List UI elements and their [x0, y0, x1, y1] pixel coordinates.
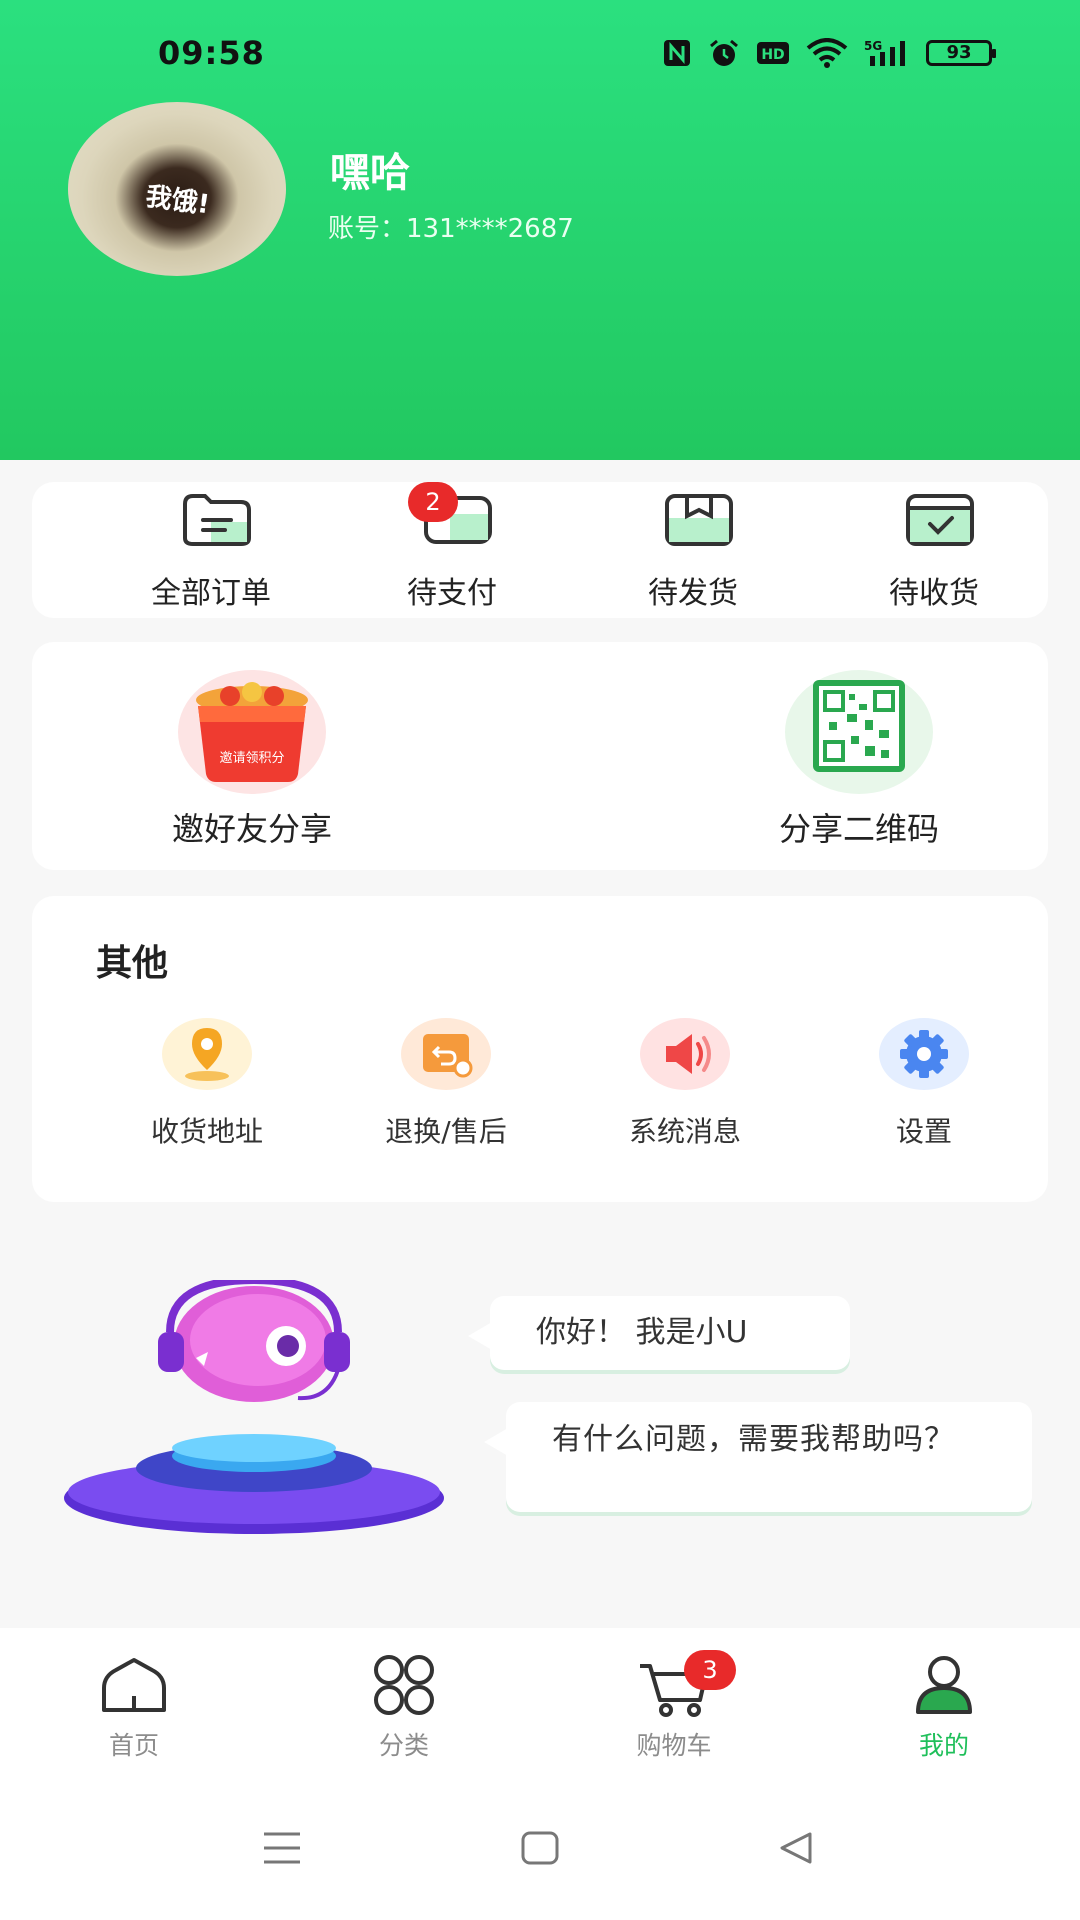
speaker-icon — [640, 1018, 730, 1090]
pending-payment-badge: 2 — [408, 482, 458, 522]
nav-profile[interactable]: 我的 — [844, 1650, 1044, 1762]
5g-signal-icon: 5G — [864, 39, 905, 66]
invite-gift-icon: 邀请领积分 — [178, 670, 326, 794]
share-card: 邀请领积分 邀好友分享 分享二维码 — [32, 642, 1048, 870]
nav-cart-label: 购物车 — [636, 1731, 712, 1760]
nav-category-label: 分类 — [378, 1731, 429, 1760]
nav-cart[interactable]: 购物车 — [574, 1650, 774, 1762]
shipping-address-label: 收货地址 — [150, 1115, 263, 1148]
status-bar: 09:58 HD 5G 93 — [0, 0, 1080, 110]
returns-label: 退换/售后 — [385, 1115, 507, 1148]
recent-apps-icon[interactable] — [262, 1830, 302, 1866]
all-orders-icon — [183, 494, 251, 546]
all-orders-label: 全部订单 — [151, 576, 271, 611]
pending-receipt-icon — [906, 494, 974, 546]
system-navigation-bar — [0, 1778, 1080, 1920]
status-icons: HD 5G 93 — [662, 38, 996, 68]
nav-profile-label: 我的 — [918, 1731, 969, 1760]
battery-icon: 93 — [926, 40, 996, 66]
settings-label: 设置 — [895, 1115, 952, 1148]
assistant-question-bubble: 有什么问题，需要我帮助吗？ — [484, 1402, 1032, 1512]
other-card: 其他 收货地址 退换/售后 系统消息 设置 — [32, 896, 1048, 1202]
share-qr-button[interactable]: 分享二维码 — [729, 670, 989, 850]
profile-header: 09:58 HD 5G 93 我饿! 嘿哈 账号：131****2687 — [0, 0, 1080, 460]
share-qr-label: 分享二维码 — [778, 810, 939, 848]
orders-card: 全部订单 待支付 2 待发货 待收货 — [32, 482, 1048, 618]
system-messages-button[interactable]: 系统消息 — [585, 1018, 785, 1150]
status-time: 09:58 — [158, 34, 265, 72]
pending-receipt-button[interactable]: 待收货 — [834, 482, 1034, 618]
pending-shipment-button[interactable]: 待发货 — [593, 482, 793, 618]
location-icon — [162, 1018, 252, 1090]
all-orders-button[interactable]: 全部订单 — [111, 482, 311, 618]
nav-home-label: 首页 — [108, 1731, 159, 1760]
shipping-address-button[interactable]: 收货地址 — [107, 1018, 307, 1150]
bottom-nav: 首页 分类 购物车 3 我的 — [0, 1628, 1080, 1778]
other-section-title: 其他 — [96, 943, 169, 984]
hd-icon: HD — [757, 42, 789, 64]
invite-friends-label: 邀好友分享 — [171, 810, 332, 848]
gear-icon — [879, 1018, 969, 1090]
assistant-section: 你好！ 我是小U 有什么问题，需要我帮助吗？ — [0, 1280, 1080, 1580]
nav-home[interactable]: 首页 — [34, 1650, 234, 1762]
svg-text:5G: 5G — [864, 39, 882, 53]
pending-shipment-icon — [665, 494, 733, 546]
user-name: 嘿哈 — [330, 150, 410, 196]
category-icon — [374, 1655, 434, 1715]
qr-code-icon — [785, 670, 933, 794]
assistant-robot-icon[interactable] — [58, 1280, 458, 1540]
avatar-caption: 我饿! — [143, 181, 212, 221]
pending-payment-label: 待支付 — [407, 576, 497, 611]
home-button-icon[interactable] — [520, 1830, 560, 1866]
back-icon[interactable] — [776, 1830, 816, 1866]
pending-receipt-label: 待收货 — [889, 576, 979, 611]
settings-button[interactable]: 设置 — [824, 1018, 1024, 1150]
cart-badge: 3 — [684, 1650, 736, 1690]
pending-shipment-label: 待发货 — [648, 576, 738, 611]
profile-icon — [916, 1656, 972, 1714]
assistant-greeting-bubble: 你好！ 我是小U — [468, 1296, 850, 1370]
system-messages-label: 系统消息 — [628, 1115, 741, 1148]
returns-button[interactable]: 退换/售后 — [346, 1018, 546, 1150]
return-icon — [401, 1018, 491, 1090]
wifi-icon — [806, 38, 848, 68]
invite-friends-button[interactable]: 邀请领积分 邀好友分享 — [122, 670, 382, 850]
avatar[interactable]: 我饿! — [68, 102, 286, 276]
user-account: 账号：131****2687 — [328, 214, 574, 244]
invite-gift-caption: 邀请领积分 — [219, 751, 284, 766]
nav-category[interactable]: 分类 — [304, 1650, 504, 1762]
home-icon — [102, 1658, 166, 1712]
nfc-icon — [664, 40, 690, 66]
alarm-icon — [710, 39, 738, 66]
svg-text:HD: HD — [761, 47, 784, 63]
